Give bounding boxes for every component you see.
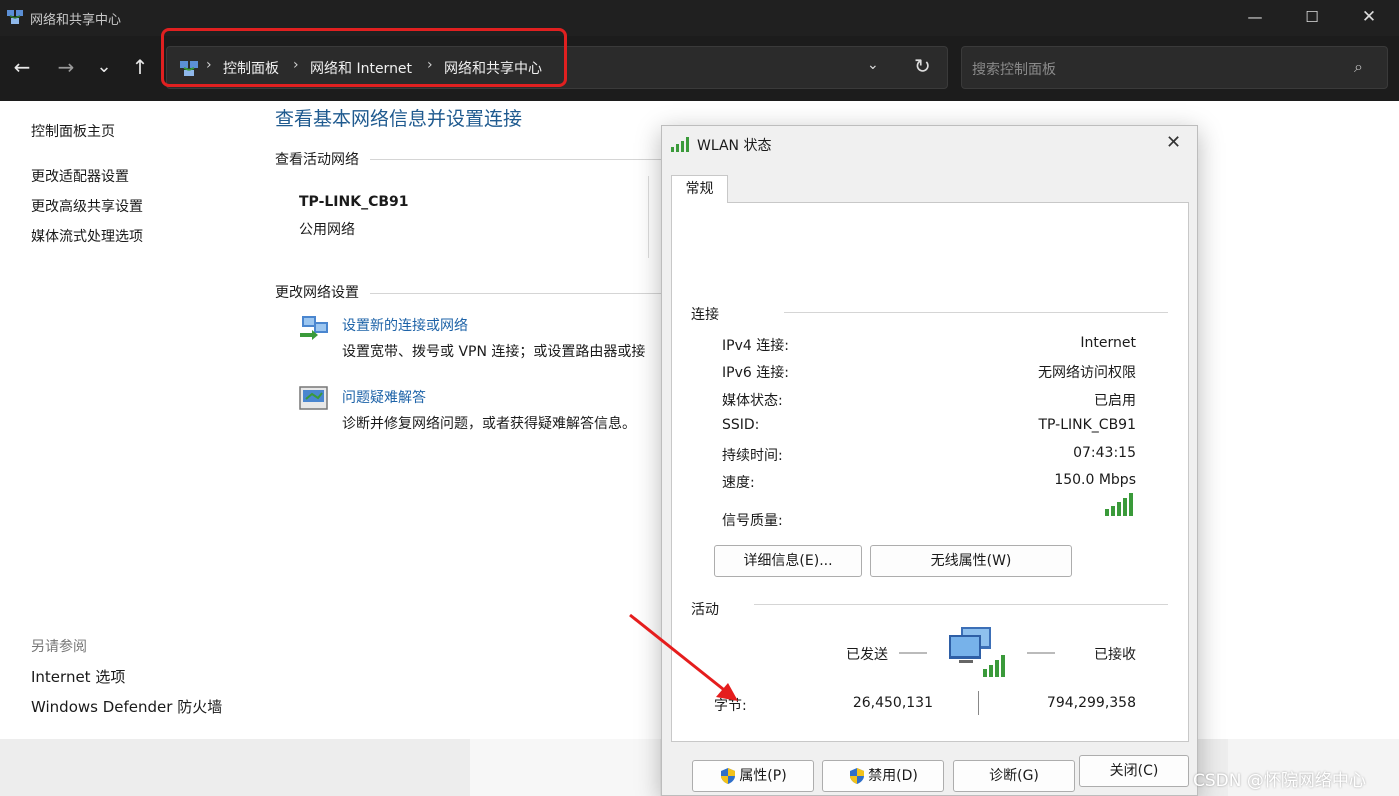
divider [648, 176, 649, 258]
sidebar-item-advanced-sharing[interactable]: 更改高级共享设置 [31, 196, 143, 216]
bytes-sent-value: 26,450,131 [852, 695, 933, 711]
minimize-button[interactable]: — [1227, 0, 1283, 36]
received-line [1027, 652, 1055, 654]
duration-value: 07:43:15 [1073, 445, 1136, 461]
connection-group-title: 连接 [691, 307, 719, 323]
media-state-value: 已启用 [1094, 393, 1136, 409]
change-settings-heading: 更改网络设置 [275, 285, 359, 301]
sent-label: 已发送 [846, 647, 888, 663]
divider [754, 604, 1168, 605]
sidebar-item-adapter-settings[interactable]: 更改适配器设置 [31, 166, 129, 186]
properties-button-label: 属性(P) [739, 768, 787, 784]
duration-label: 持续时间: [722, 448, 783, 464]
search-icon[interactable]: ⌕ [1354, 57, 1363, 77]
dialog-title: WLAN 状态 [697, 138, 772, 154]
setup-new-connection-description: 设置宽带、拨号或 VPN 连接；或设置路由器或接 [342, 344, 646, 360]
speed-label: 速度: [722, 475, 755, 491]
new-connection-icon [300, 316, 328, 340]
search-input[interactable]: 搜索控制面板 [972, 59, 1056, 79]
divider [370, 293, 662, 294]
search-box[interactable]: 搜索控制面板 ⌕ [961, 46, 1388, 89]
sent-line [899, 652, 927, 654]
ipv4-value: Internet [1080, 335, 1136, 351]
annotation-arrow [629, 613, 738, 701]
back-arrow-icon[interactable]: ← [7, 50, 37, 84]
divider [370, 159, 662, 160]
disable-button[interactable]: 禁用(D) [822, 760, 944, 792]
diagnose-button[interactable]: 诊断(G) [953, 760, 1075, 792]
signal-quality-label: 信号质量: [722, 513, 783, 529]
watermark: CSDN @怀院网络中心 [1193, 771, 1366, 791]
speed-value: 150.0 Mbps [1054, 472, 1136, 488]
divider [978, 691, 979, 715]
sidebar-control-panel-home[interactable]: 控制面板主页 [31, 121, 115, 141]
background-panel [470, 739, 660, 796]
network-center-icon [7, 10, 23, 24]
uac-shield-icon [721, 768, 736, 784]
maximize-button[interactable]: ☐ [1284, 0, 1340, 36]
see-also-internet-options[interactable]: Internet 选项 [31, 666, 125, 687]
active-networks-heading: 查看活动网络 [275, 152, 359, 168]
properties-button[interactable]: 属性(P) [692, 760, 814, 792]
troubleshoot-link[interactable]: 问题疑难解答 [342, 387, 426, 407]
see-also-heading: 另请参阅 [31, 639, 87, 655]
ipv6-label: IPv6 连接: [722, 365, 789, 381]
ipv4-label: IPv4 连接: [722, 338, 789, 354]
signal-strength-icon [1105, 493, 1133, 516]
network-computers-icon [949, 627, 1005, 677]
setup-new-connection-link[interactable]: 设置新的连接或网络 [342, 315, 468, 335]
see-also-firewall[interactable]: Windows Defender 防火墙 [31, 696, 222, 717]
close-window-button[interactable]: ✕ [1341, 0, 1397, 36]
ipv6-value: 无网络访问权限 [1038, 365, 1136, 381]
ssid-label: SSID: [722, 417, 760, 433]
uac-shield-icon [850, 768, 865, 784]
details-button[interactable]: 详细信息(E)... [714, 545, 862, 577]
dialog-close-icon[interactable]: ✕ [1166, 132, 1181, 153]
ssid-value: TP-LINK_CB91 [1038, 417, 1136, 433]
disable-button-label: 禁用(D) [868, 768, 918, 784]
wireless-properties-button[interactable]: 无线属性(W) [870, 545, 1072, 577]
sidebar-item-media-streaming[interactable]: 媒体流式处理选项 [31, 226, 143, 246]
forward-arrow-icon[interactable]: → [51, 50, 81, 84]
close-dialog-button[interactable]: 关闭(C) [1079, 755, 1189, 787]
tab-general[interactable]: 常规 [671, 175, 728, 203]
bytes-received-value: 794,299,358 [1046, 695, 1136, 711]
troubleshoot-description: 诊断并修复网络问题，或者获得疑难解答信息。 [342, 416, 636, 432]
media-state-label: 媒体状态: [722, 393, 783, 409]
received-label: 已接收 [1094, 647, 1136, 663]
page-title: 查看基本网络信息并设置连接 [275, 108, 523, 130]
network-name: TP-LINK_CB91 [299, 194, 409, 210]
window-title: 网络和共享中心 [30, 13, 122, 28]
address-highlight-box [161, 28, 567, 87]
network-type: 公用网络 [299, 222, 355, 238]
address-dropdown-chevron-icon[interactable]: ⌄ [867, 57, 879, 73]
wifi-signal-icon [671, 137, 689, 152]
divider [784, 312, 1168, 313]
recent-locations-chevron-icon[interactable]: ⌄ [89, 50, 119, 84]
troubleshoot-icon [299, 386, 328, 410]
up-arrow-icon[interactable]: ↑ [125, 50, 155, 84]
refresh-icon[interactable]: ↻ [914, 54, 931, 78]
